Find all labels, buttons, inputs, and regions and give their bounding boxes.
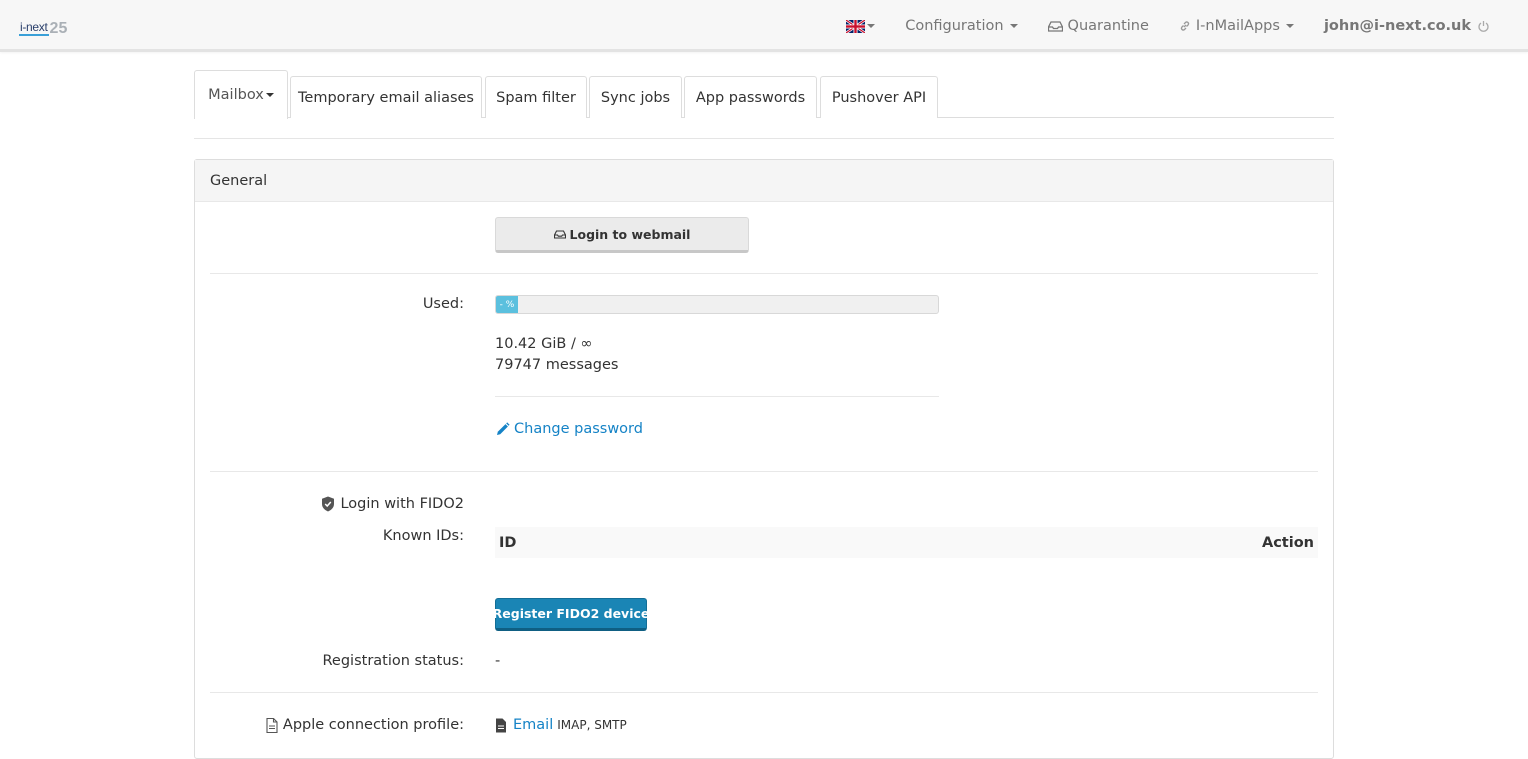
inbox-icon bbox=[1047, 20, 1063, 32]
known-ids-label: Known IDs: bbox=[382, 528, 464, 544]
fido-label: Login with FIDO2 bbox=[340, 496, 464, 512]
quota-progress-bar: - % bbox=[496, 296, 518, 313]
language-dropdown[interactable] bbox=[846, 19, 876, 33]
tab-mailbox-label: Mailbox bbox=[208, 87, 264, 103]
nav-apps[interactable]: I-nMailApps bbox=[1179, 18, 1294, 34]
tab-pushover-api[interactable]: Pushover API bbox=[820, 76, 938, 118]
table-col-id: ID bbox=[499, 534, 517, 551]
row-divider bbox=[210, 692, 1318, 693]
file-icon bbox=[496, 718, 506, 732]
panel-heading: General bbox=[195, 160, 1333, 202]
change-password-link[interactable]: Change password bbox=[495, 421, 643, 437]
row-divider bbox=[210, 471, 1318, 472]
apple-profile-label: Apple connection profile: bbox=[282, 717, 464, 733]
pencil-icon bbox=[497, 421, 510, 435]
quota-progress: - % bbox=[495, 295, 939, 314]
table-col-action: Action bbox=[1261, 534, 1314, 551]
chevron-down-icon bbox=[265, 93, 274, 97]
tab-label: Pushover API bbox=[831, 89, 927, 106]
nav-quarantine-label: Quarantine bbox=[1067, 18, 1149, 34]
usage-text: 10.42 GiB / ∞ bbox=[495, 336, 593, 352]
messages-count: 79747 messages bbox=[495, 357, 619, 373]
known-ids-table-header: ID Action bbox=[495, 527, 1318, 558]
panel-title: General bbox=[210, 172, 268, 189]
change-password-label: Change password bbox=[514, 421, 643, 437]
inbox-icon bbox=[553, 229, 566, 239]
file-icon bbox=[266, 717, 278, 733]
section-divider bbox=[194, 138, 1334, 139]
apple-profile-label-row: Apple connection profile: bbox=[266, 717, 464, 733]
brand-logo[interactable]: i-next 25 bbox=[19, 14, 68, 37]
tab-label: Sync jobs bbox=[600, 89, 671, 106]
nav-configuration[interactable]: Configuration bbox=[905, 18, 1018, 34]
chevron-down-icon bbox=[1285, 24, 1294, 28]
row-divider bbox=[210, 273, 1318, 274]
fido-label-row: Login with FIDO2 bbox=[321, 496, 464, 512]
tab-spam-filter[interactable]: Spam filter bbox=[485, 76, 587, 118]
inner-divider bbox=[495, 396, 939, 397]
tab-label: App passwords bbox=[695, 89, 806, 106]
tab-sync-jobs[interactable]: Sync jobs bbox=[589, 76, 682, 118]
nav-apps-label: I-nMailApps bbox=[1195, 18, 1280, 34]
register-fido2-button[interactable]: Register FIDO2 device bbox=[492, 598, 650, 631]
nav-configuration-label: Configuration bbox=[905, 18, 1004, 34]
chevron-down-icon bbox=[1009, 24, 1018, 28]
top-navbar: i-next 25 Configuration Quarantine I-nMa… bbox=[0, 0, 1528, 52]
shield-check-icon bbox=[322, 496, 335, 512]
login-to-webmail-button[interactable]: Login to webmail bbox=[495, 217, 749, 253]
tab-label: Spam filter bbox=[496, 89, 576, 106]
tab-app-passwords[interactable]: App passwords bbox=[684, 76, 817, 118]
uk-flag-icon bbox=[846, 19, 866, 33]
nav-user-email: john@i-next.co.uk bbox=[1323, 18, 1471, 34]
general-panel: General Login to webmail Used: - % 10.42… bbox=[194, 159, 1334, 759]
tab-mailbox[interactable]: Mailbox bbox=[194, 70, 288, 119]
nav-user[interactable]: john@i-next.co.uk bbox=[1324, 18, 1490, 34]
quota-progress-text: - % bbox=[499, 299, 515, 310]
tab-label: Temporary email aliases bbox=[298, 89, 474, 106]
brand-number: 25 bbox=[49, 20, 68, 37]
apple-protocols: IMAP, SMTP bbox=[557, 718, 627, 732]
mailbox-tabs: Mailbox Temporary email aliases Spam fil… bbox=[194, 70, 1334, 119]
nav-quarantine[interactable]: Quarantine bbox=[1047, 18, 1149, 34]
brand-name: i-next bbox=[19, 20, 49, 36]
register-fido2-label: Register FIDO2 device bbox=[492, 606, 650, 621]
tab-temporary-email-aliases[interactable]: Temporary email aliases bbox=[290, 76, 482, 118]
registration-status-value: - bbox=[495, 653, 501, 669]
apple-email-profile-link[interactable]: Email bbox=[513, 717, 553, 733]
power-icon[interactable] bbox=[1477, 20, 1490, 33]
registration-status-label: Registration status: bbox=[322, 653, 465, 669]
nav-right: Configuration Quarantine I-nMailApps joh… bbox=[816, 0, 1490, 52]
apple-profile-row: Email IMAP, SMTP bbox=[495, 717, 627, 733]
login-to-webmail-label: Login to webmail bbox=[569, 226, 691, 242]
chevron-down-icon bbox=[867, 24, 876, 28]
link-icon bbox=[1180, 21, 1190, 31]
used-label: Used: bbox=[422, 296, 464, 312]
